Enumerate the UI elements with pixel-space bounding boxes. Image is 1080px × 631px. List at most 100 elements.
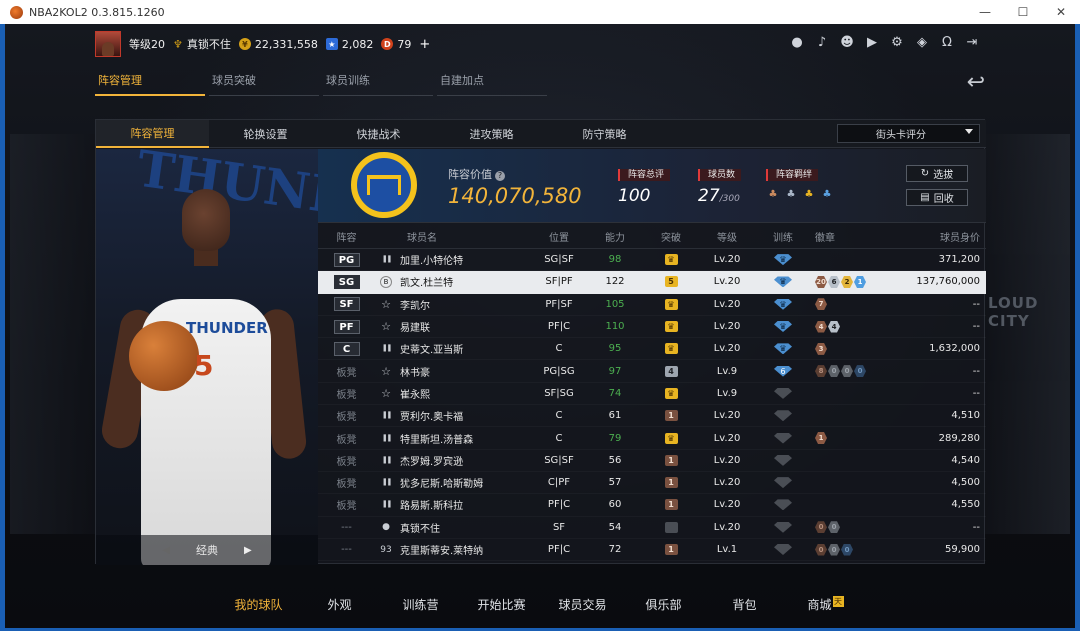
lineup-slot[interactable]: PF <box>333 319 360 334</box>
header-position[interactable]: 位置 <box>531 229 587 244</box>
header-salary[interactable]: 球员身价 <box>883 229 986 244</box>
lineup-slot[interactable]: PG <box>333 252 360 267</box>
subtab-defense[interactable]: 防守策略 <box>548 120 661 148</box>
person-icon[interactable]: ● <box>789 34 805 50</box>
headset-icon[interactable]: Ω <box>939 34 955 50</box>
next-style-icon[interactable]: ▶ <box>244 545 252 556</box>
nav-appearance[interactable]: 外观 <box>299 596 380 613</box>
tab-player-training[interactable]: 球员训练 <box>323 72 433 96</box>
training-empty-icon <box>774 432 792 444</box>
select-button[interactable]: ↻ 选拔 <box>906 165 968 182</box>
gear-icon[interactable]: ⚙ <box>889 34 905 50</box>
header-level[interactable]: 等级 <box>699 229 755 244</box>
tab-player-breakthrough[interactable]: 球员突破 <box>209 72 319 96</box>
add-currency-button[interactable]: + <box>419 37 430 52</box>
window-controls: — ☐ ✕ <box>966 0 1080 24</box>
chemistry-icon-4[interactable]: ♣ <box>820 188 834 200</box>
player-name[interactable]: 杰罗姆.罗宾逊 <box>397 453 531 468</box>
help-icon[interactable]: ? <box>495 170 505 181</box>
nav-club[interactable]: 俱乐部 <box>623 596 704 613</box>
nav-player-trade[interactable]: 球员交易 <box>542 596 623 613</box>
player-name[interactable]: 真锁不住 <box>397 520 531 535</box>
friends-icon[interactable]: ☻ <box>839 34 855 50</box>
header-training[interactable]: 训练 <box>755 229 811 244</box>
table-row[interactable]: --- ● 真锁不住 SF 54 Lv.20 0 0 -- <box>318 517 986 539</box>
table-row[interactable]: C ▐▐ 史蒂文.亚当斯 C 95 ♛ Lv.20 ♛ 3 1,632,000 <box>318 338 986 360</box>
player-name[interactable]: 路易斯.斯科拉 <box>397 497 531 512</box>
table-row[interactable]: --- 93 克里斯蒂安.莱特纳 PF|C 72 1 Lv.1 0 0 0 59,900 <box>318 539 986 561</box>
table-row[interactable]: 板凳 ▐▐ 特里斯坦.汤普森 C 79 ♛ Lv.20 1 289,280 <box>318 427 986 449</box>
player-level: Lv.20 <box>713 321 741 333</box>
subtab-rotation[interactable]: 轮换设置 <box>209 120 322 148</box>
arena-background-left <box>10 134 100 534</box>
tab-lineup-management[interactable]: 阵容管理 <box>95 72 205 96</box>
subtab-quick-tactics[interactable]: 快捷战术 <box>322 120 435 148</box>
player-name[interactable]: 林书豪 <box>397 364 531 379</box>
lineup-slot[interactable]: SG <box>333 274 360 289</box>
table-row[interactable]: 板凳 ☆ 林书豪 PG|SG 97 4 Lv.9 6 8 0 0 0 -- <box>318 360 986 382</box>
lineup-slot[interactable]: --- <box>341 522 352 533</box>
lineup-slot[interactable]: SF <box>333 297 360 312</box>
nav-training-camp[interactable]: 训练营 <box>380 596 461 613</box>
player-name[interactable]: 易建联 <box>397 319 531 334</box>
player-card[interactable]: THUNDER THUNDER 5 ◀ 经典 ▶ <box>96 149 318 565</box>
recycle-button[interactable]: ▤ 回收 <box>906 189 968 206</box>
table-row[interactable]: PF ☆ 易建联 PF|C 110 ♛ Lv.20 ♛ 4 4 -- <box>318 316 986 338</box>
sort-select[interactable]: 街头卡评分 <box>837 124 980 143</box>
player-name[interactable]: 犹多尼斯.哈斯勒姆 <box>397 475 531 490</box>
lineup-slot[interactable]: 板凳 <box>337 390 357 401</box>
player-name[interactable]: 李凯尔 <box>397 297 531 312</box>
lineup-slot[interactable]: 板凳 <box>337 457 357 468</box>
header-name[interactable]: 球员名 <box>397 229 531 244</box>
lineup-slot[interactable]: 板凳 <box>337 412 357 423</box>
table-row[interactable]: 板凳 ☆ 崔永熙 SF|SG 74 ♛ Lv.9 -- <box>318 383 986 405</box>
nav-start-game[interactable]: 开始比赛 <box>461 596 542 613</box>
shield-icon[interactable]: ◈ <box>914 34 930 50</box>
lineup-slot[interactable]: --- <box>341 544 352 555</box>
tab-custom-points[interactable]: 自建加点 <box>437 72 547 96</box>
video-icon[interactable]: ▶ <box>864 34 880 50</box>
player-name[interactable]: 特里斯坦.汤普森 <box>397 431 531 446</box>
table-row[interactable]: 板凳 ▐▐ 犹多尼斯.哈斯勒姆 C|PF 57 1 Lv.20 4,500 <box>318 472 986 494</box>
lineup-slot[interactable]: 板凳 <box>337 479 357 490</box>
lineup-slot[interactable]: 板凳 <box>337 368 357 379</box>
chemistry-icon-1[interactable]: ♣ <box>766 188 780 200</box>
header-breakthrough[interactable]: 突破 <box>643 229 699 244</box>
table-row[interactable]: SF ☆ 李凯尔 PF|SF 105 ♛ Lv.20 ♛ 7 -- <box>318 294 986 316</box>
player-name[interactable]: 加里.小特伦特 <box>397 252 531 267</box>
nav-shop[interactable]: 商城天 <box>785 596 866 613</box>
exit-icon[interactable]: ⇥ <box>964 34 980 50</box>
maximize-button[interactable]: ☐ <box>1004 0 1042 24</box>
chemistry-icon-3[interactable]: ♣ <box>802 188 816 200</box>
table-row[interactable]: 板凳 ▐▐ 路易斯.斯科拉 PF|C 60 1 Lv.20 4,550 <box>318 494 986 516</box>
chemistry-icon-2[interactable]: ♣ <box>784 188 798 200</box>
table-row[interactable]: PG ▐▐ 加里.小特伦特 SG|SF 98 ♛ Lv.20 ♛ 371,200 <box>318 249 986 271</box>
close-button[interactable]: ✕ <box>1042 0 1080 24</box>
header-badges[interactable]: 徽章 <box>811 229 883 244</box>
nav-my-team[interactable]: 我的球队 <box>218 596 299 613</box>
table-row[interactable]: SG B 凯文.杜兰特 SF|PF 122 5 Lv.20 ♛ 20 6 2 1 137,760,000 <box>318 271 986 294</box>
subtab-offense[interactable]: 进攻策略 <box>435 120 548 148</box>
table-row[interactable]: 板凳 ▐▐ 杰罗姆.罗宾逊 SG|SF 56 1 Lv.20 4,540 <box>318 450 986 472</box>
lineup-slot[interactable]: 板凳 <box>337 435 357 446</box>
player-name[interactable]: 贾利尔.奥卡福 <box>397 408 531 423</box>
header-slot[interactable]: 阵容 <box>318 229 375 244</box>
header-ability[interactable]: 能力 <box>587 229 643 244</box>
player-name[interactable]: 凯文.杜兰特 <box>397 274 531 289</box>
subtab-lineup[interactable]: 阵容管理 <box>96 120 209 148</box>
player-name[interactable]: 克里斯蒂安.莱特纳 <box>397 542 531 557</box>
player-position: SG|SF <box>544 454 574 466</box>
nav-backpack[interactable]: 背包 <box>704 596 785 613</box>
minimize-button[interactable]: — <box>966 0 1004 24</box>
back-arrow-icon[interactable]: ↩ <box>967 70 985 95</box>
bell-icon[interactable]: ♪ <box>814 34 830 50</box>
table-row[interactable]: 板凳 ▐▐ 贾利尔.奥卡福 C 61 1 Lv.20 4,510 <box>318 405 986 427</box>
star-icon: ☆ <box>381 386 391 400</box>
avatar[interactable] <box>95 31 121 57</box>
prev-style-icon[interactable]: ◀ <box>162 545 170 556</box>
badge-icon: 8 <box>815 365 827 378</box>
player-name[interactable]: 史蒂文.亚当斯 <box>397 341 531 356</box>
lineup-slot[interactable]: C <box>333 341 360 356</box>
lineup-slot[interactable]: 板凳 <box>337 501 357 512</box>
player-name[interactable]: 崔永熙 <box>397 386 531 401</box>
